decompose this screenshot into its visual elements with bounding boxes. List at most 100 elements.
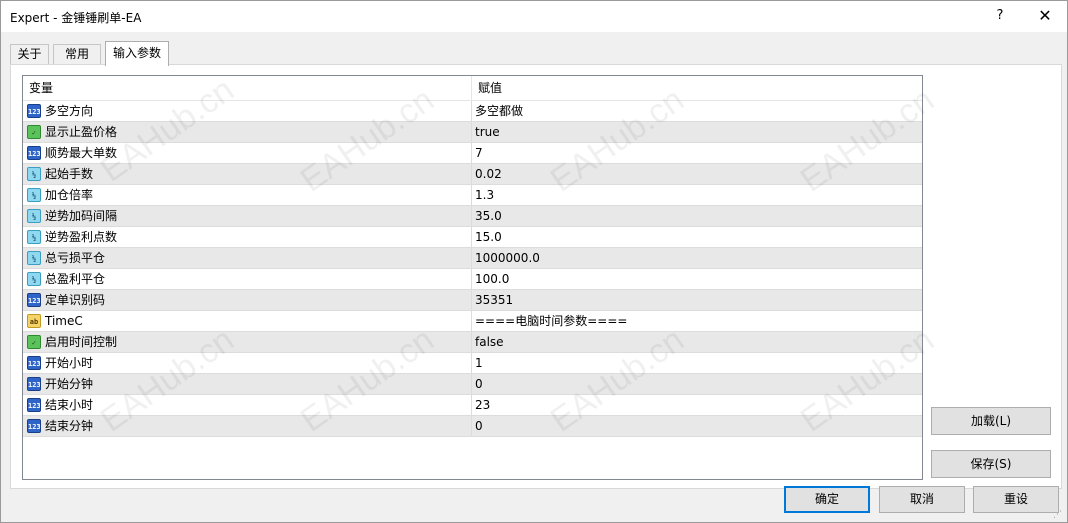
- save-button[interactable]: 保存(S): [931, 450, 1051, 478]
- parameter-value[interactable]: 多空都做: [475, 101, 523, 122]
- parameter-name: 显示止盈价格: [45, 125, 118, 139]
- table-row[interactable]: ab TimeC ====电脑时间参数====: [23, 311, 922, 332]
- ok-button[interactable]: 确定: [784, 486, 870, 513]
- parameter-value[interactable]: 100.0: [475, 269, 509, 290]
- reset-button[interactable]: 重设: [973, 486, 1059, 513]
- cell-divider: [471, 248, 472, 269]
- load-button[interactable]: 加载(L): [931, 407, 1051, 435]
- table-row[interactable]: 123 顺势最大单数 7: [23, 143, 922, 164]
- dbl-type-icon: ½: [27, 209, 41, 223]
- cell-divider: [471, 374, 472, 395]
- grid-header: 变量 赋值: [23, 76, 922, 101]
- parameter-value[interactable]: 0: [475, 416, 483, 437]
- cell-divider: [471, 227, 472, 248]
- int-type-icon: 123: [27, 398, 41, 412]
- close-button[interactable]: ✕: [1031, 5, 1059, 27]
- table-row[interactable]: ✓ 启用时间控制 false: [23, 332, 922, 353]
- int-type-icon: 123: [27, 293, 41, 307]
- table-row[interactable]: 123 定单识别码 35351: [23, 290, 922, 311]
- parameter-value[interactable]: 1: [475, 353, 483, 374]
- expert-properties-dialog: Expert - 金锤锤刷单-EA ? ✕ 关于 常用 输入参数 变量 赋值 1…: [0, 0, 1068, 523]
- table-row[interactable]: ½ 总盈利平仓 100.0: [23, 269, 922, 290]
- table-row[interactable]: ½ 加仓倍率 1.3: [23, 185, 922, 206]
- cell-divider: [471, 290, 472, 311]
- table-row[interactable]: 123 开始小时 1: [23, 353, 922, 374]
- parameter-value[interactable]: ====电脑时间参数====: [475, 311, 627, 332]
- parameter-name: 加仓倍率: [45, 188, 94, 202]
- parameters-grid[interactable]: 变量 赋值 123 多空方向 多空都做 ✓ 显示止盈价格 true 123 顺势最大单数 7 ½ 起…: [22, 75, 923, 480]
- cell-divider: [471, 395, 472, 416]
- table-row[interactable]: 123 多空方向 多空都做: [23, 101, 922, 122]
- cell-divider: [471, 122, 472, 143]
- cell-divider: [471, 164, 472, 185]
- tab-about[interactable]: 关于: [10, 44, 49, 65]
- title-bar: Expert - 金锤锤刷单-EA ? ✕: [1, 1, 1067, 32]
- resize-grip[interactable]: ⋰: [1053, 509, 1065, 521]
- parameter-value[interactable]: true: [475, 122, 500, 143]
- table-row[interactable]: ½ 逆势加码间隔 35.0: [23, 206, 922, 227]
- parameter-value[interactable]: 1000000.0: [475, 248, 540, 269]
- table-row[interactable]: 123 结束分钟 0: [23, 416, 922, 437]
- parameter-name: 开始小时: [45, 356, 94, 370]
- parameter-name: 结束小时: [45, 398, 94, 412]
- parameter-value[interactable]: 23: [475, 395, 490, 416]
- bool-type-icon: ✓: [27, 125, 41, 139]
- parameter-name: 开始分钟: [45, 377, 94, 391]
- parameter-name: 逆势盈利点数: [45, 230, 118, 244]
- cell-divider: [471, 206, 472, 227]
- bool-type-icon: ✓: [27, 335, 41, 349]
- parameter-name: 启用时间控制: [45, 335, 118, 349]
- table-row[interactable]: ½ 总亏损平仓 1000000.0: [23, 248, 922, 269]
- parameter-value[interactable]: 15.0: [475, 227, 502, 248]
- cell-divider: [471, 311, 472, 332]
- cell-divider: [471, 332, 472, 353]
- tab-panel-input-params: 变量 赋值 123 多空方向 多空都做 ✓ 显示止盈价格 true 123 顺势最大单数 7 ½ 起…: [10, 64, 1062, 489]
- parameter-value[interactable]: 1.3: [475, 185, 494, 206]
- cell-divider: [471, 185, 472, 206]
- int-type-icon: 123: [27, 104, 41, 118]
- dbl-type-icon: ½: [27, 251, 41, 265]
- table-row[interactable]: ½ 逆势盈利点数 15.0: [23, 227, 922, 248]
- table-row[interactable]: ✓ 显示止盈价格 true: [23, 122, 922, 143]
- parameter-value[interactable]: 0: [475, 374, 483, 395]
- table-row[interactable]: 123 开始分钟 0: [23, 374, 922, 395]
- dbl-type-icon: ½: [27, 167, 41, 181]
- cell-divider: [471, 353, 472, 374]
- parameter-name: 顺势最大单数: [45, 146, 118, 160]
- parameter-name: 总盈利平仓: [45, 272, 106, 286]
- parameter-name: 总亏损平仓: [45, 251, 106, 265]
- dbl-type-icon: ½: [27, 272, 41, 286]
- dbl-type-icon: ½: [27, 188, 41, 202]
- column-header-variable[interactable]: 变量: [23, 76, 53, 101]
- cell-divider: [471, 269, 472, 290]
- grid-rows: 123 多空方向 多空都做 ✓ 显示止盈价格 true 123 顺势最大单数 7 ½ 起始手数 0.0…: [23, 101, 922, 437]
- parameter-name: 逆势加码间隔: [45, 209, 118, 223]
- cancel-button[interactable]: 取消: [879, 486, 965, 513]
- str-type-icon: ab: [27, 314, 41, 328]
- parameter-value[interactable]: 35.0: [475, 206, 502, 227]
- parameter-name: 定单识别码: [45, 293, 106, 307]
- parameter-value[interactable]: 7: [475, 143, 483, 164]
- int-type-icon: 123: [27, 146, 41, 160]
- cell-divider: [471, 143, 472, 164]
- parameter-name: 起始手数: [45, 167, 94, 181]
- parameter-name: 结束分钟: [45, 419, 94, 433]
- parameter-name: 多空方向: [45, 104, 94, 118]
- parameter-value[interactable]: 35351: [475, 290, 513, 311]
- int-type-icon: 123: [27, 419, 41, 433]
- window-title: Expert - 金锤锤刷单-EA: [10, 11, 142, 25]
- tab-common[interactable]: 常用: [53, 44, 101, 65]
- help-button[interactable]: ?: [986, 5, 1014, 27]
- table-row[interactable]: 123 结束小时 23: [23, 395, 922, 416]
- dbl-type-icon: ½: [27, 230, 41, 244]
- column-header-value[interactable]: 赋值: [472, 76, 502, 101]
- parameter-value[interactable]: false: [475, 332, 504, 353]
- cell-divider: [471, 416, 472, 437]
- int-type-icon: 123: [27, 356, 41, 370]
- tab-input-params[interactable]: 输入参数: [105, 41, 169, 66]
- int-type-icon: 123: [27, 377, 41, 391]
- parameter-name: TimeC: [45, 314, 83, 328]
- cell-divider: [471, 101, 472, 122]
- table-row[interactable]: ½ 起始手数 0.02: [23, 164, 922, 185]
- parameter-value[interactable]: 0.02: [475, 164, 502, 185]
